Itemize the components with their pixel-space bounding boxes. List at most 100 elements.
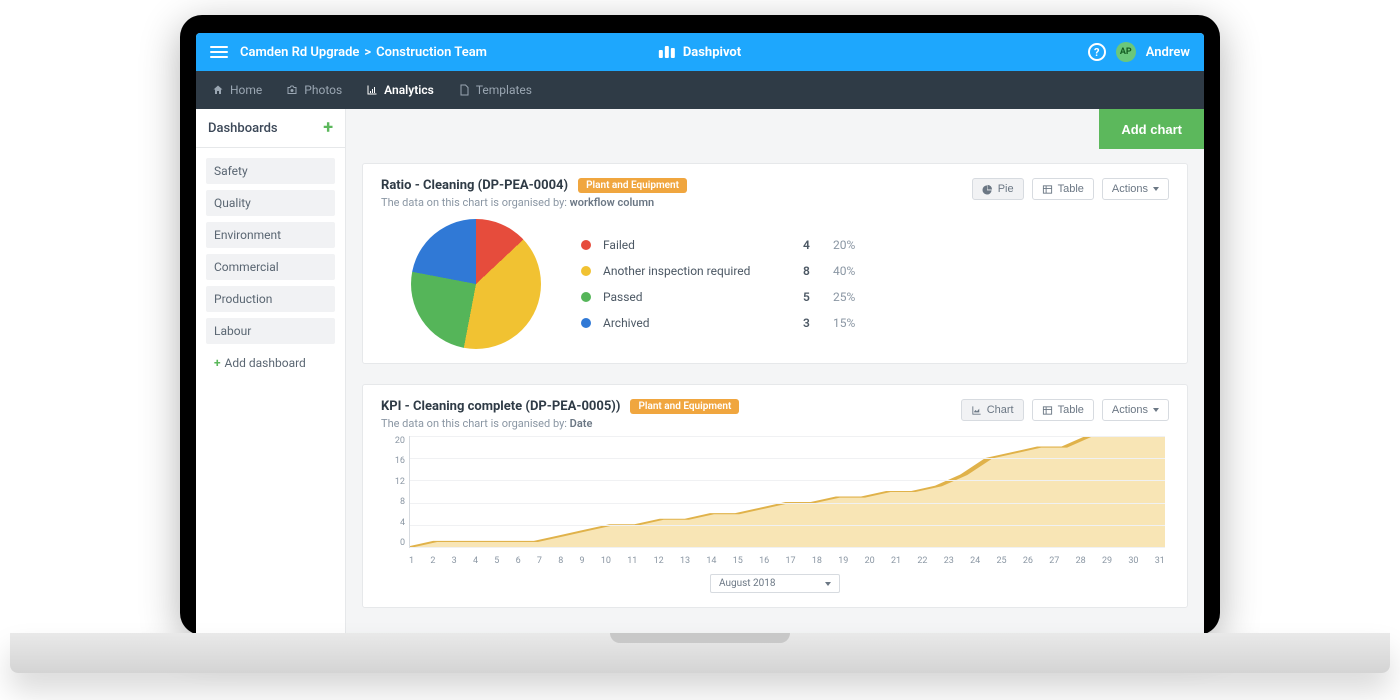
card-title-text: Ratio - Cleaning (DP-PEA-0004) — [381, 178, 568, 193]
legend-dot — [581, 318, 591, 328]
breadcrumb-root[interactable]: Camden Rd Upgrade — [240, 45, 359, 60]
card-sub-value: workflow column — [570, 196, 654, 209]
chevron-down-icon — [1153, 408, 1159, 412]
chevron-down-icon — [825, 582, 831, 586]
y-axis: 201612840 — [381, 436, 405, 548]
card-subtitle: The data on this chart is organised by: … — [381, 196, 972, 209]
charts-area: Ratio - Cleaning (DP-PEA-0004) Plant and… — [346, 109, 1204, 608]
view-pie-button[interactable]: Pie — [972, 178, 1024, 200]
legend-row-passed: Passed 5 25% — [581, 290, 1169, 304]
legend-dot — [581, 240, 591, 250]
legend-count: 4 — [803, 238, 833, 252]
view-pie-label: Pie — [998, 183, 1014, 195]
period-label: August 2018 — [719, 578, 776, 589]
x-axis: 1234567891011121314151617181920212223242… — [409, 556, 1165, 566]
sidebar-item-quality[interactable]: Quality — [206, 190, 335, 216]
app-logo[interactable]: Dashpivot — [659, 45, 741, 60]
category-tag: Plant and Equipment — [578, 178, 687, 193]
avatar[interactable]: AP — [1116, 42, 1136, 62]
screen-bezel: Camden Rd Upgrade > Construction Team Da… — [180, 15, 1220, 635]
app-name: Dashpivot — [683, 45, 741, 60]
body: Dashboards + Safety Quality Environment … — [196, 109, 1204, 635]
logo-bars-icon — [659, 46, 677, 58]
laptop-notch — [610, 633, 790, 643]
header-right: ? AP Andrew — [1088, 42, 1190, 62]
view-chart-label: Chart — [987, 404, 1014, 416]
breadcrumb-leaf[interactable]: Construction Team — [376, 45, 487, 60]
legend-count: 8 — [803, 264, 833, 278]
actions-button[interactable]: Actions — [1102, 178, 1169, 200]
document-icon — [458, 84, 470, 96]
nav-home[interactable]: Home — [212, 83, 262, 97]
actions-label: Actions — [1112, 183, 1148, 195]
nav-photos[interactable]: Photos — [286, 83, 342, 97]
card-title-text: KPI - Cleaning complete (DP-PEA-0005)) — [381, 399, 620, 414]
pie-legend: Failed 4 20% Another inspection required… — [581, 238, 1169, 330]
legend-label: Failed — [603, 238, 803, 252]
camera-icon — [286, 84, 298, 96]
legend-row-another: Another inspection required 8 40% — [581, 264, 1169, 278]
plus-icon: + — [214, 356, 221, 370]
sidebar-item-commercial[interactable]: Commercial — [206, 254, 335, 280]
card-head: KPI - Cleaning complete (DP-PEA-0005)) P… — [381, 399, 1169, 430]
add-dashboard-button[interactable]: + Add dashboard — [206, 350, 335, 376]
add-dashboard-icon[interactable]: + — [323, 119, 333, 137]
pie-icon — [982, 184, 993, 195]
table-icon — [1042, 405, 1053, 416]
nav-analytics-label: Analytics — [384, 83, 434, 97]
sidebar-item-environment[interactable]: Environment — [206, 222, 335, 248]
view-table-button[interactable]: Table — [1032, 178, 1094, 200]
sidebar: Dashboards + Safety Quality Environment … — [196, 109, 346, 635]
laptop-base — [10, 633, 1390, 673]
legend-pct: 25% — [833, 290, 855, 304]
legend-row-failed: Failed 4 20% — [581, 238, 1169, 252]
legend-label: Archived — [603, 316, 803, 330]
category-tag: Plant and Equipment — [630, 399, 739, 414]
sidebar-heading-label: Dashboards — [208, 121, 278, 136]
card-title-wrap: KPI - Cleaning complete (DP-PEA-0005)) P… — [381, 399, 961, 430]
legend-label: Another inspection required — [603, 264, 803, 278]
breadcrumb-separator: > — [364, 45, 371, 60]
sidebar-item-production[interactable]: Production — [206, 286, 335, 312]
sidebar-item-safety[interactable]: Safety — [206, 158, 335, 184]
help-icon[interactable]: ? — [1088, 43, 1106, 61]
plot-area — [409, 436, 1165, 548]
app-screen: Camden Rd Upgrade > Construction Team Da… — [196, 33, 1204, 635]
legend-dot — [581, 266, 591, 276]
actions-button[interactable]: Actions — [1102, 399, 1169, 421]
actions-label: Actions — [1112, 404, 1148, 416]
legend-count: 5 — [803, 290, 833, 304]
main-nav: Home Photos Analytics Templates — [196, 71, 1204, 109]
laptop-frame: Camden Rd Upgrade > Construction Team Da… — [0, 0, 1400, 700]
card-sub-value: Date — [570, 417, 593, 430]
legend-count: 3 — [803, 316, 833, 330]
menu-icon[interactable] — [210, 46, 228, 58]
sidebar-list: Safety Quality Environment Commercial Pr… — [196, 148, 345, 386]
legend-row-archived: Archived 3 15% — [581, 316, 1169, 330]
chart-icon — [971, 405, 982, 416]
legend-label: Passed — [603, 290, 803, 304]
sidebar-heading: Dashboards + — [196, 109, 345, 148]
top-header: Camden Rd Upgrade > Construction Team Da… — [196, 33, 1204, 71]
view-chart-button[interactable]: Chart — [961, 399, 1024, 421]
view-table-button[interactable]: Table — [1032, 399, 1094, 421]
card-controls: Pie Table Actions — [972, 178, 1169, 200]
home-icon — [212, 84, 224, 96]
nav-templates-label: Templates — [476, 83, 532, 97]
area-svg — [410, 436, 1165, 547]
area-chart: 201612840 123456789101112131415161718192… — [381, 436, 1169, 566]
period-selector[interactable]: August 2018 — [710, 574, 840, 593]
nav-templates[interactable]: Templates — [458, 83, 532, 97]
add-chart-button[interactable]: Add chart — [1099, 109, 1204, 149]
nav-analytics[interactable]: Analytics — [366, 83, 434, 97]
card-sub-prefix: The data on this chart is organised by: — [381, 196, 570, 209]
chart-card-kpi: KPI - Cleaning complete (DP-PEA-0005)) P… — [362, 384, 1188, 608]
main-content: Add chart Ratio - Cleaning (DP-PEA-0004)… — [346, 109, 1204, 635]
add-dashboard-label: Add dashboard — [225, 356, 306, 370]
user-name[interactable]: Andrew — [1146, 45, 1190, 60]
card-title: KPI - Cleaning complete (DP-PEA-0005)) P… — [381, 399, 961, 414]
legend-pct: 20% — [833, 238, 855, 252]
card-subtitle: The data on this chart is organised by: … — [381, 417, 961, 430]
card-title: Ratio - Cleaning (DP-PEA-0004) Plant and… — [381, 178, 972, 193]
sidebar-item-labour[interactable]: Labour — [206, 318, 335, 344]
